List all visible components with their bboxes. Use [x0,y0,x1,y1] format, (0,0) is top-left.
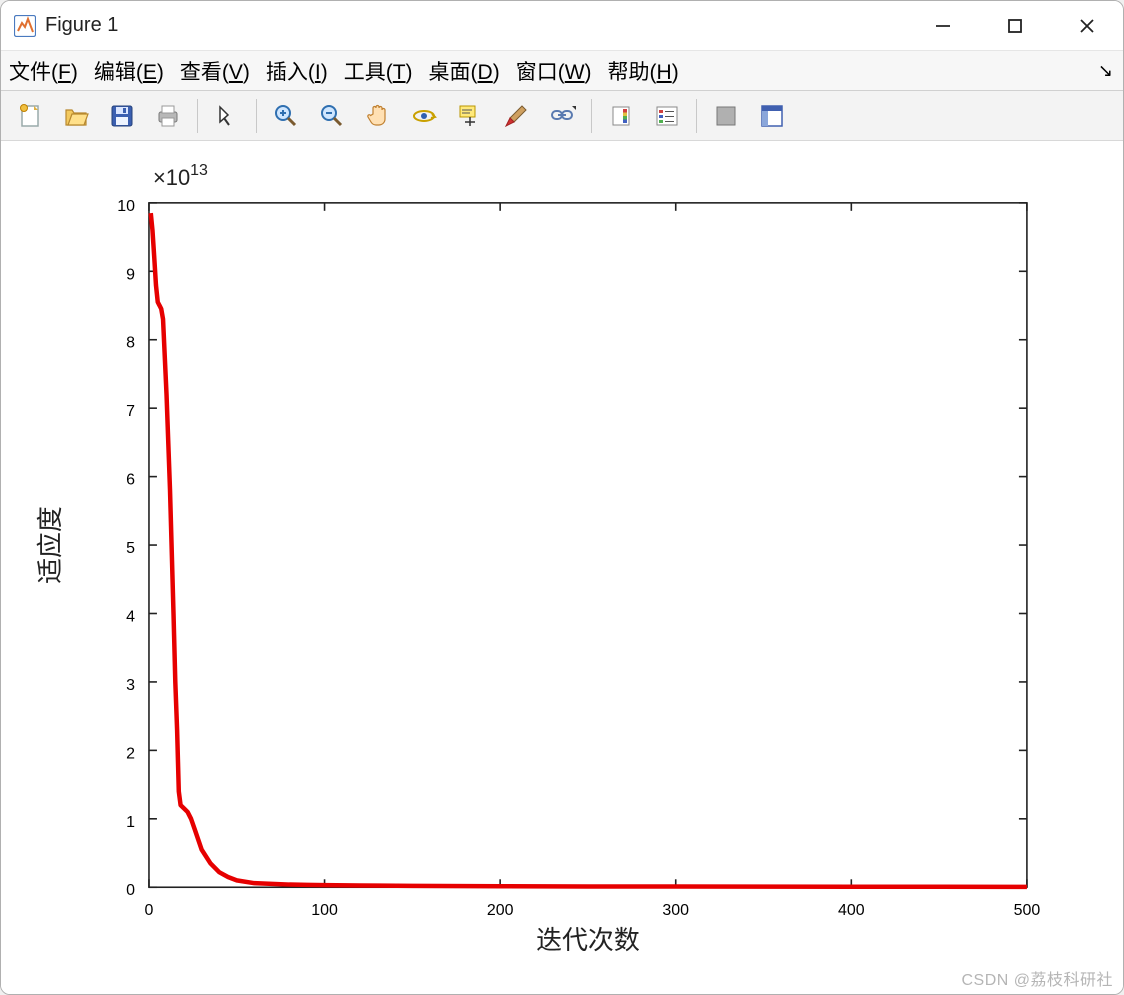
toolbar-separator [256,99,257,133]
figure-window: Figure 1 文件(F) 编辑(E) 查看(V) 插入(I) 工具(T) 桌… [0,0,1124,995]
insert-colorbar-button[interactable] [602,97,640,135]
toolbar [1,91,1123,141]
menu-bar: 文件(F) 编辑(E) 查看(V) 插入(I) 工具(T) 桌面(D) 窗口(W… [1,51,1123,91]
title-bar[interactable]: Figure 1 [1,1,1123,51]
y-tick-label: 4 [126,608,135,625]
y-exponent-label: ×1013 [153,162,208,190]
y-tick-label: 3 [126,677,135,694]
y-tick-label: 8 [126,335,135,352]
y-tick-label: 0 [126,882,135,899]
data-cursor-button[interactable] [451,97,489,135]
y-tick-label: 2 [126,745,135,762]
zoom-in-button[interactable] [267,97,305,135]
x-tick-label: 500 [1014,902,1041,919]
minimize-button[interactable] [907,1,979,51]
figure-area[interactable]: 0 100 200 300 400 500 0 1 2 3 4 5 6 7 8 9 10 ×1013 迭代次数 适应度… [1,141,1123,994]
menu-window[interactable]: 窗口(W) [516,56,592,86]
menu-file[interactable]: 文件(F) [9,56,78,86]
menu-tools[interactable]: 工具(T) [344,56,413,86]
menu-help[interactable]: 帮助(H) [608,56,679,86]
menu-desktop[interactable]: 桌面(D) [429,56,500,86]
y-tick-label: 1 [126,814,135,831]
menu-edit[interactable]: 编辑(E) [94,56,164,86]
matlab-icon [13,14,37,38]
y-tick-label: 7 [126,403,135,420]
fitness-curve [151,213,1027,887]
toolbar-separator [591,99,592,133]
window-controls [907,1,1123,51]
brush-button[interactable] [497,97,535,135]
window-title: Figure 1 [45,14,118,37]
y-tick-label: 6 [126,472,135,489]
y-tick-label: 10 [117,198,135,215]
print-button[interactable] [149,97,187,135]
rotate-3d-button[interactable] [405,97,443,135]
zoom-out-button[interactable] [313,97,351,135]
x-tick-label: 100 [311,902,338,919]
maximize-button[interactable] [979,1,1051,51]
x-axis-label: 迭代次数 [536,926,640,955]
y-tick-label: 9 [126,266,135,283]
pan-button[interactable] [359,97,397,135]
y-axis-label: 适应度 [36,506,65,584]
show-plot-tools-button[interactable] [753,97,791,135]
y-tick-label: 5 [126,540,135,557]
menu-view[interactable]: 查看(V) [180,56,250,86]
dock-arrow-icon[interactable]: ↘ [1098,60,1113,81]
new-figure-button[interactable] [11,97,49,135]
menu-insert[interactable]: 插入(I) [266,56,328,86]
x-tick-label: 300 [662,902,689,919]
axes[interactable]: 0 100 200 300 400 500 0 1 2 3 4 5 6 7 8 9 10 ×1013 迭代次数 适应度 [1,141,1123,994]
open-file-button[interactable] [57,97,95,135]
x-tick-label: 200 [487,902,514,919]
hide-plot-tools-button[interactable] [707,97,745,135]
x-tick-label: 400 [838,902,865,919]
link-button[interactable] [543,97,581,135]
x-tick-label: 0 [145,902,154,919]
toolbar-separator [197,99,198,133]
insert-legend-button[interactable] [648,97,686,135]
toolbar-separator [696,99,697,133]
close-button[interactable] [1051,1,1123,51]
save-button[interactable] [103,97,141,135]
edit-plot-button[interactable] [208,97,246,135]
